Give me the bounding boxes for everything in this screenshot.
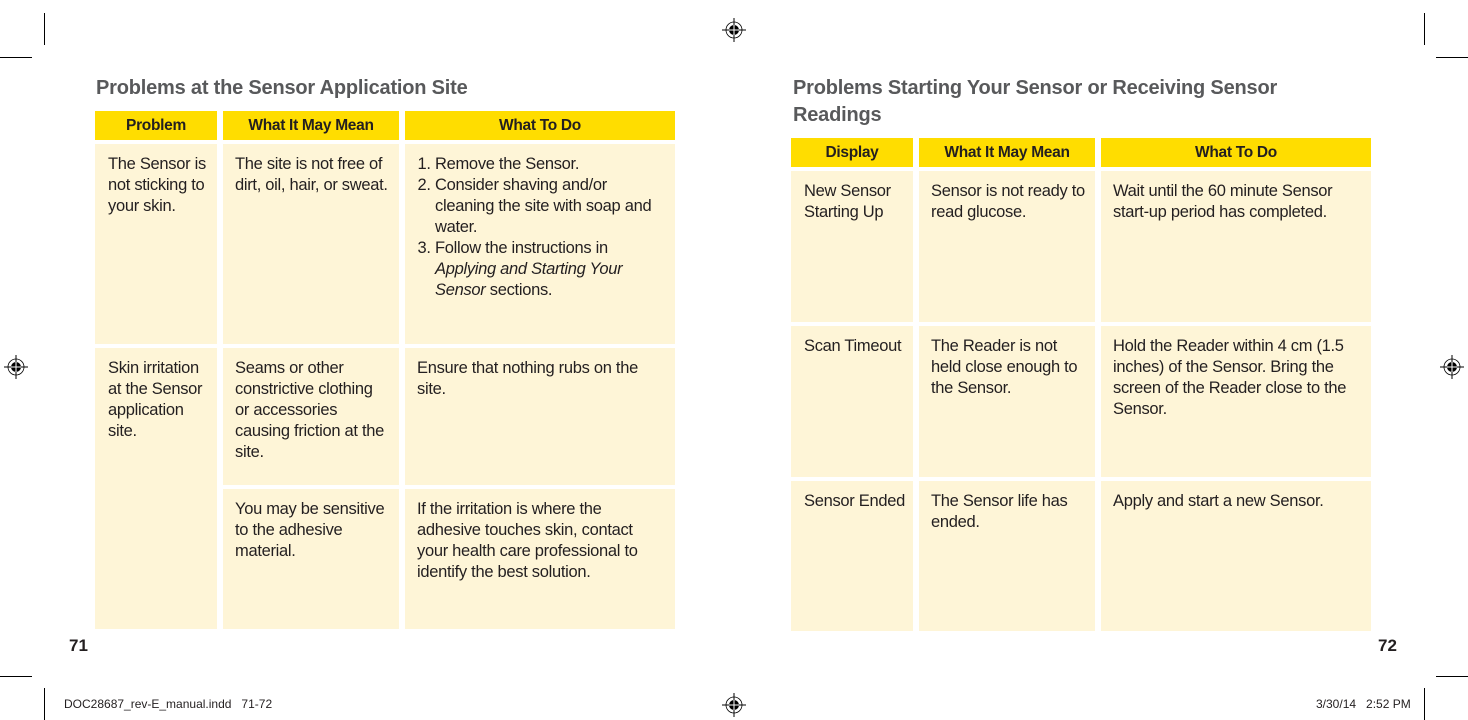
registration-mark-bottom-icon bbox=[722, 693, 746, 717]
crop-mark-bottom-right-horizontal bbox=[1436, 676, 1468, 677]
header-what-it-may-mean: What It May Mean bbox=[223, 111, 399, 140]
display-cell: New Sensor Starting Up bbox=[791, 171, 913, 322]
meaning-cell: Seams or other constrictive clothing or … bbox=[223, 348, 399, 485]
sensor-site-problems-table: Problem What It May Mean What To Do The … bbox=[89, 107, 681, 633]
todo-step: Consider shaving and/or cleaning the sit… bbox=[435, 175, 667, 238]
registration-mark-right-icon bbox=[1440, 355, 1464, 379]
meaning-cell: The Reader is not held close enough to t… bbox=[919, 326, 1095, 477]
crop-mark-top-left-vertical bbox=[44, 13, 45, 45]
problem-cell: Skin irritation at the Sensor applicatio… bbox=[95, 348, 217, 629]
problem-cell: The Sensor is not sticking to your skin. bbox=[95, 144, 217, 344]
todo-cell: If the irritation is where the adhesive … bbox=[405, 489, 675, 629]
table-row: Skin irritation at the Sensor applicatio… bbox=[95, 348, 675, 629]
slug-datetime: 3/30/14 2:52 PM bbox=[1316, 697, 1411, 711]
todo-cell: Ensure that nothing rubs on the site. bbox=[405, 348, 675, 485]
crop-mark-bottom-right-vertical bbox=[1424, 688, 1425, 720]
page-number-right: 72 bbox=[1378, 636, 1397, 655]
display-cell: Scan Timeout bbox=[791, 326, 913, 477]
crop-mark-top-left-horizontal bbox=[0, 57, 32, 58]
registration-mark-top-icon bbox=[722, 18, 746, 42]
crop-mark-top-right-vertical bbox=[1424, 13, 1425, 45]
left-section-title: Problems at the Sensor Application Site bbox=[96, 77, 468, 99]
todo-cell: Wait until the 60 minute Sensor start-up… bbox=[1101, 171, 1371, 322]
page-number-left: 71 bbox=[69, 636, 88, 655]
todo-step: Follow the instructions in Applying and … bbox=[435, 238, 667, 301]
todo-cell: Remove the Sensor. Consider shaving and/… bbox=[405, 144, 675, 344]
header-what-to-do: What To Do bbox=[1101, 138, 1371, 167]
right-section-title: Problems Starting Your Sensor or Receivi… bbox=[793, 77, 1278, 126]
table-row: Scan Timeout The Reader is not held clos… bbox=[791, 326, 1371, 477]
meaning-cell: You may be sensitive to the adhesive mat… bbox=[223, 489, 399, 629]
table-header-row: Problem What It May Mean What To Do bbox=[95, 111, 675, 140]
table-header-row: Display What It May Mean What To Do bbox=[791, 138, 1371, 167]
table-row: The Sensor is not sticking to your skin.… bbox=[95, 144, 675, 344]
slug-file-info: DOC28687_rev-E_manual.indd 71-72 bbox=[64, 697, 273, 711]
todo-step-text: Follow the instructions in bbox=[435, 239, 608, 257]
todo-step: Remove the Sensor. bbox=[435, 154, 667, 175]
header-problem: Problem bbox=[95, 111, 217, 140]
table-row: New Sensor Starting Up Sensor is not rea… bbox=[791, 171, 1371, 322]
meaning-cell: Sensor is not ready to read glucose. bbox=[919, 171, 1095, 322]
crop-mark-bottom-left-vertical bbox=[44, 688, 45, 720]
header-what-it-may-mean: What It May Mean bbox=[919, 138, 1095, 167]
registration-mark-left-icon bbox=[4, 355, 28, 379]
table-row: Sensor Ended The Sensor life has ended. … bbox=[791, 481, 1371, 631]
display-cell: Sensor Ended bbox=[791, 481, 913, 631]
todo-step-text: sections. bbox=[485, 281, 553, 299]
meaning-cell: The Sensor life has ended. bbox=[919, 481, 1095, 631]
header-display: Display bbox=[791, 138, 913, 167]
crop-mark-top-right-horizontal bbox=[1436, 57, 1468, 58]
todo-steps-list: Remove the Sensor. Consider shaving and/… bbox=[417, 154, 667, 301]
todo-cell: Hold the Reader within 4 cm (1.5 inches)… bbox=[1101, 326, 1371, 477]
meaning-cell: The site is not free of dirt, oil, hair,… bbox=[223, 144, 399, 344]
header-what-to-do: What To Do bbox=[405, 111, 675, 140]
todo-cell: Apply and start a new Sensor. bbox=[1101, 481, 1371, 631]
sensor-readings-problems-table: Display What It May Mean What To Do New … bbox=[785, 134, 1377, 635]
crop-mark-bottom-left-horizontal bbox=[0, 676, 32, 677]
